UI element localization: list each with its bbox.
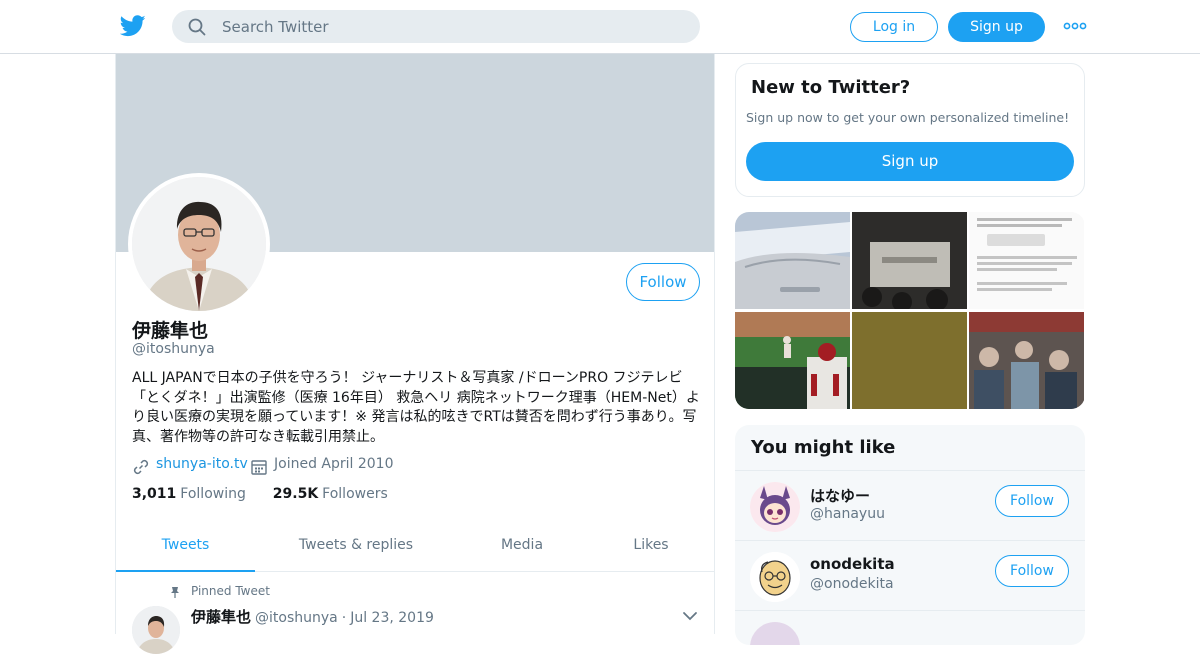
search-input[interactable] <box>222 10 682 43</box>
profile-stats: 3,011 Following 29.5K Followers <box>132 486 388 502</box>
following-stat[interactable]: 3,011 Following <box>132 486 250 502</box>
suggested-user-follow-button[interactable]: Follow <box>995 555 1069 587</box>
tab-likes[interactable]: Likes <box>611 520 691 572</box>
new-to-twitter-subtitle: Sign up now to get your own personalized… <box>746 110 1070 125</box>
suggested-user-avatar <box>750 482 800 532</box>
suggested-user[interactable] <box>735 610 1085 645</box>
suggested-user-name: onodekita <box>810 555 895 573</box>
followers-count: 29.5K <box>272 486 319 502</box>
signup-button[interactable]: Sign up <box>948 12 1045 42</box>
pinned-tweet-label: Pinned Tweet <box>191 584 270 598</box>
sidebar-signup-button[interactable]: Sign up <box>746 142 1074 181</box>
calendar-icon <box>251 460 267 475</box>
tab-media[interactable]: Media <box>476 520 568 572</box>
tweet-author-name[interactable]: 伊藤隼也 <box>191 608 251 626</box>
twitter-logo-icon[interactable] <box>120 14 146 38</box>
suggested-user-avatar <box>750 622 800 645</box>
profile-name: 伊藤隼也 <box>132 320 209 342</box>
tab-tweets[interactable]: Tweets <box>116 520 255 572</box>
tweet-separator: · <box>341 610 347 626</box>
new-to-twitter-title: New to Twitter? <box>751 77 911 98</box>
follow-button[interactable]: Follow <box>626 263 700 301</box>
suggested-user-handle: @hanayuu <box>810 506 885 522</box>
you-might-like-title: You might like <box>751 437 896 458</box>
profile-bio: ALL JAPANで日本の子供を守ろう！ ジャーナリスト＆写真家 /ドローンPR… <box>132 370 700 445</box>
suggested-user-handle: @onodekita <box>810 576 894 592</box>
suggested-user[interactable]: onodekita @onodekita Follow <box>735 540 1085 610</box>
media-thumbnail[interactable] <box>852 312 967 409</box>
profile-column: Follow 伊藤隼也 @itoshunya ALL JAPANで日本の子供を守… <box>115 54 715 654</box>
login-button[interactable]: Log in <box>850 12 938 42</box>
new-to-twitter-card: New to Twitter? Sign up now to get your … <box>735 63 1085 197</box>
tweet-date[interactable]: Jul 23, 2019 <box>350 610 434 626</box>
suggested-user-follow-button[interactable]: Follow <box>995 485 1069 517</box>
suggested-user[interactable]: はなゆー @hanayuu Follow <box>735 470 1085 540</box>
profile-joined-date: Joined April 2010 <box>274 456 394 472</box>
followers-label: Followers <box>322 486 388 502</box>
chevron-down-icon[interactable] <box>682 610 698 622</box>
profile-tabs: Tweets Tweets & replies Media Likes <box>116 520 714 572</box>
pin-icon <box>171 587 179 598</box>
link-icon <box>133 459 149 475</box>
media-thumbnail[interactable] <box>735 212 850 309</box>
top-bar: Log in Sign up <box>0 0 1200 54</box>
pinned-tweet-header: 伊藤隼也 @itoshunya · Jul 23, 2019 <box>191 606 434 627</box>
search-icon <box>188 18 206 36</box>
tweet-author-photo <box>132 606 180 654</box>
media-thumbnail[interactable] <box>852 212 967 309</box>
tweet-author-handle[interactable]: @itoshunya <box>255 610 338 626</box>
media-grid <box>735 212 1085 409</box>
tweet-author-avatar[interactable] <box>132 606 180 654</box>
you-might-like-card: You might like はなゆー @hanayuu Follow onod… <box>735 425 1085 645</box>
media-thumbnail[interactable] <box>969 312 1084 409</box>
search-bar[interactable] <box>172 10 700 43</box>
more-icon[interactable] <box>1062 18 1088 34</box>
media-thumbnail[interactable] <box>969 212 1084 309</box>
media-thumbnail[interactable] <box>735 312 850 409</box>
profile-website-link[interactable]: shunya-ito.tv <box>156 456 248 472</box>
following-count: 3,011 <box>132 486 177 502</box>
suggested-user-name: はなゆー <box>810 487 871 505</box>
suggested-user-avatar <box>750 552 800 602</box>
profile-handle: @itoshunya <box>132 341 215 357</box>
followers-stat[interactable]: 29.5K Followers <box>273 486 388 502</box>
profile-photo <box>132 177 266 311</box>
tab-tweets-replies[interactable]: Tweets & replies <box>276 520 436 572</box>
following-label: Following <box>180 486 246 502</box>
profile-avatar[interactable] <box>128 173 270 315</box>
